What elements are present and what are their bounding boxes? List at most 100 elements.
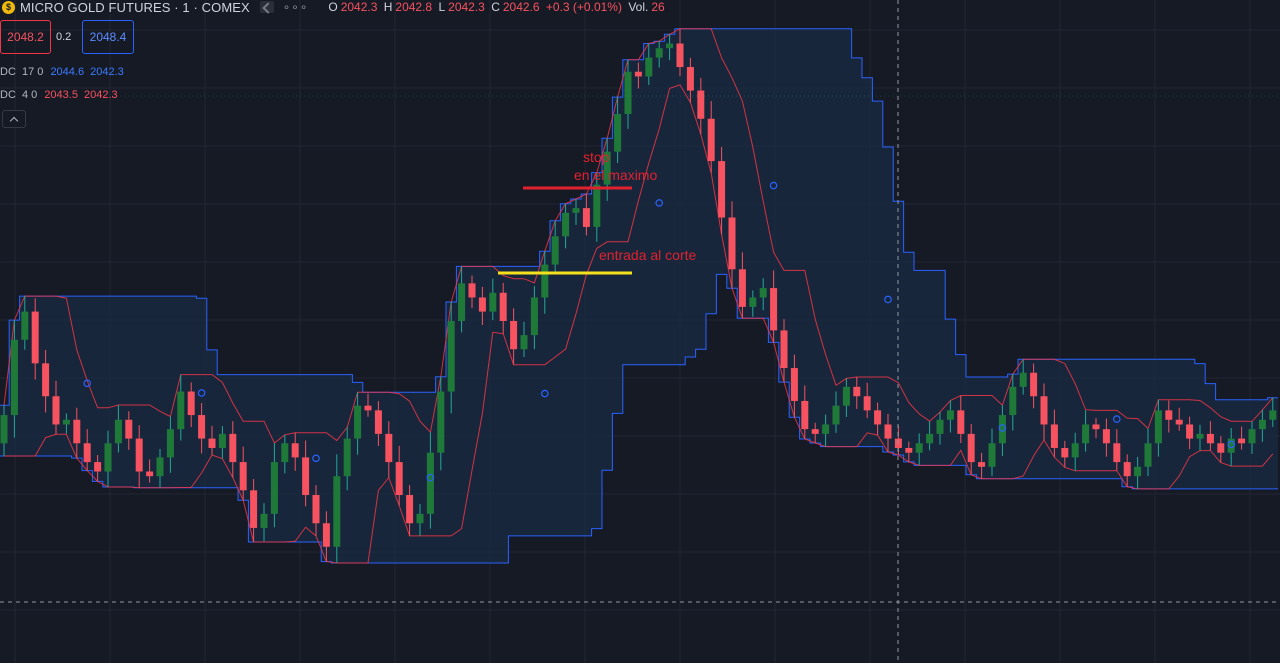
candle-body xyxy=(1217,443,1225,453)
open-value: 2042.3 xyxy=(340,0,378,14)
candle-body xyxy=(83,443,91,463)
candle-body xyxy=(1144,443,1152,467)
candle-body xyxy=(437,391,445,453)
candle-body xyxy=(697,90,705,119)
candle-body xyxy=(250,490,258,528)
candle-body xyxy=(406,495,414,524)
candle-body xyxy=(104,443,112,472)
candle-body xyxy=(499,292,507,321)
candle-body xyxy=(905,447,913,453)
volume-key: Vol. xyxy=(628,0,649,14)
candle-body xyxy=(634,71,642,77)
candle-body xyxy=(281,443,289,463)
candle-body xyxy=(759,288,767,298)
candle-body xyxy=(125,419,133,439)
candle-body xyxy=(146,471,154,477)
candle-body xyxy=(957,410,965,434)
candle-body xyxy=(1165,410,1173,420)
more-options-icon[interactable]: ∘∘∘ xyxy=(283,0,309,14)
change-value: +0.3 (+0.01%) xyxy=(545,0,622,14)
candle-body xyxy=(1258,419,1266,430)
candle-body xyxy=(1009,386,1017,416)
candle-body xyxy=(260,513,268,528)
spread-value: 0.2 xyxy=(56,31,72,43)
candle-body xyxy=(94,462,102,472)
candle-body xyxy=(166,429,174,458)
candle-body xyxy=(728,217,736,270)
candle-body xyxy=(114,419,122,444)
candle-body xyxy=(946,410,954,420)
indicator-name: DC xyxy=(0,89,16,101)
indicator-value-2: 2042.3 xyxy=(90,66,124,78)
candle-body xyxy=(780,330,788,369)
candle-body xyxy=(978,462,986,467)
indicator-legend-dc4[interactable]: DC 4 0 2043.5 2042.3 xyxy=(0,89,118,101)
candle-body xyxy=(801,400,809,430)
stop-annotation-line2: en el maximo xyxy=(574,167,658,183)
candle-body xyxy=(624,71,632,115)
close-key: C xyxy=(491,0,500,14)
candle-body xyxy=(291,443,299,458)
candle-body xyxy=(1050,424,1058,448)
candle-body xyxy=(156,457,164,477)
open-key: O xyxy=(328,0,338,14)
candle-body xyxy=(738,269,746,307)
volume-value: 26 xyxy=(651,0,665,14)
candle-body xyxy=(1154,410,1162,444)
ohlc-values: O 2042.3 H 2042.8 L 2042.3 C 2042.6 +0.3 (+0… xyxy=(328,0,667,14)
low-key: L xyxy=(438,0,446,14)
candle-body xyxy=(1040,396,1048,425)
candle-body xyxy=(73,419,81,444)
candle-body xyxy=(520,335,528,350)
candle-body xyxy=(551,236,559,265)
candlestick-chart[interactable] xyxy=(0,0,1280,663)
chart-header: $ MICRO GOLD FUTURES · 1 · COMEX ∘∘∘ O 20… xyxy=(0,0,668,15)
candle-body xyxy=(749,297,757,307)
candle-body xyxy=(1186,424,1194,439)
symbol-tag-icon[interactable] xyxy=(259,1,274,13)
candle-body xyxy=(229,433,237,463)
candle-body xyxy=(614,114,622,152)
candle-body xyxy=(582,208,590,227)
candle-body xyxy=(1248,429,1256,444)
candle-body xyxy=(562,212,570,237)
candle-body xyxy=(239,462,247,491)
high-key: H xyxy=(383,0,393,14)
candle-body xyxy=(645,57,653,77)
candle-body xyxy=(52,396,60,425)
close-value: 2042.6 xyxy=(502,0,540,14)
candle-body xyxy=(312,495,320,524)
candle-body xyxy=(510,321,518,350)
candle-body xyxy=(208,438,216,448)
candle-body xyxy=(1030,372,1038,397)
candle-body xyxy=(1269,410,1277,420)
sell-price-button[interactable]: 2048.2 xyxy=(0,20,51,54)
candle-body xyxy=(302,457,310,496)
candle-body xyxy=(863,396,871,411)
symbol-title[interactable]: MICRO GOLD FUTURES · 1 · COMEX xyxy=(20,0,250,15)
buy-price-button[interactable]: 2048.4 xyxy=(82,20,134,54)
collapse-legend-button[interactable] xyxy=(2,110,26,128)
buy-price: 2048.4 xyxy=(89,30,127,44)
candle-body xyxy=(686,67,694,91)
stop-annotation-line1: stop xyxy=(583,149,610,165)
low-value: 2042.3 xyxy=(448,0,485,14)
candle-body xyxy=(822,424,830,434)
candle-body xyxy=(135,438,143,472)
candle-body xyxy=(447,321,455,392)
candle-body xyxy=(676,43,684,68)
candle-body xyxy=(333,476,341,547)
indicator-value-1: 2044.6 xyxy=(50,66,85,78)
candle-body xyxy=(593,184,601,227)
indicator-legend-dc17[interactable]: DC 17 0 2044.6 2042.3 xyxy=(0,66,124,78)
candle-body xyxy=(1082,424,1090,444)
candle-body xyxy=(458,283,466,321)
candle-body xyxy=(842,386,850,406)
candle-body xyxy=(770,288,778,331)
candle-body xyxy=(198,415,206,439)
candle-body xyxy=(874,410,882,425)
candle-body xyxy=(343,438,351,477)
high-value: 2042.8 xyxy=(395,0,433,14)
candle-body xyxy=(1134,466,1142,477)
candle-body xyxy=(218,433,226,448)
